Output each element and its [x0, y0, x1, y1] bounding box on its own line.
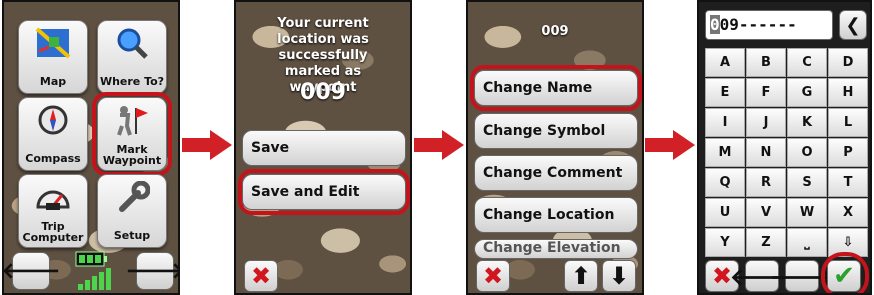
- edit-waypoint-screen: 009 Change Name Change Symbol Change Com…: [466, 0, 644, 295]
- key-a[interactable]: A: [705, 48, 745, 77]
- flow-arrow-2: [414, 130, 464, 160]
- name-value: 09------: [719, 15, 797, 34]
- magnifier-icon: [117, 28, 148, 59]
- key-o[interactable]: O: [787, 138, 827, 167]
- key-q[interactable]: Q: [705, 168, 745, 197]
- change-symbol-button[interactable]: Change Symbol: [474, 113, 638, 149]
- key-i[interactable]: I: [705, 108, 745, 137]
- key-w[interactable]: W: [787, 198, 827, 227]
- next-page-button[interactable]: 🡒: [126, 252, 178, 290]
- speedometer-icon: [36, 190, 70, 210]
- compass-label: Compass: [25, 152, 81, 165]
- main-menu-screen: Map Where To? Compass Mark Waypoint Trip…: [2, 0, 180, 295]
- backspace-button[interactable]: ❮: [839, 10, 867, 40]
- compass-icon: [38, 105, 68, 135]
- change-comment-button[interactable]: Change Comment: [474, 155, 638, 191]
- key-e[interactable]: E: [705, 78, 745, 107]
- key-u[interactable]: U: [705, 198, 745, 227]
- key-g[interactable]: G: [787, 78, 827, 107]
- waypoint-saved-screen: Your current location was successfully m…: [234, 0, 412, 295]
- map-icon: [35, 27, 71, 59]
- waypoint-number: 009: [300, 80, 346, 105]
- key-s[interactable]: S: [787, 168, 827, 197]
- where-to-label: Where To?: [99, 75, 165, 88]
- cancel-button[interactable]: ✖: [476, 260, 510, 292]
- key-k[interactable]: K: [787, 108, 827, 137]
- setup-tile[interactable]: Setup: [97, 174, 167, 248]
- where-to-tile[interactable]: Where To?: [97, 20, 167, 94]
- setup-label: Setup: [113, 229, 151, 242]
- change-elevation-button[interactable]: Change Elevation: [474, 239, 638, 259]
- name-entry-screen: 009------ ❮ A B C D E F G H I J K L M N O P Q R S T U V W X Y Z ⎵ ⇩…: [697, 0, 872, 295]
- key-p[interactable]: P: [828, 138, 868, 167]
- text-cursor: 0: [710, 15, 720, 34]
- key-h[interactable]: H: [828, 78, 868, 107]
- key-y[interactable]: Y: [705, 228, 745, 257]
- key-space[interactable]: ⎵: [787, 228, 827, 257]
- save-button[interactable]: Save: [242, 130, 406, 166]
- key-z[interactable]: Z: [746, 228, 786, 257]
- scroll-up-button[interactable]: ⬆: [564, 260, 598, 292]
- key-t[interactable]: T: [828, 168, 868, 197]
- flow-arrow-1: [182, 130, 232, 160]
- waypoint-title: 009: [541, 24, 569, 39]
- cancel-button[interactable]: ✖: [244, 260, 278, 292]
- save-and-edit-highlight: [238, 169, 410, 215]
- key-f[interactable]: F: [746, 78, 786, 107]
- prev-page-button[interactable]: 🡐: [4, 252, 61, 290]
- key-j[interactable]: J: [746, 108, 786, 137]
- trip-computer-tile[interactable]: Trip Computer: [18, 174, 88, 248]
- key-m[interactable]: M: [705, 138, 745, 167]
- change-location-button[interactable]: Change Location: [474, 197, 638, 233]
- key-x[interactable]: X: [828, 198, 868, 227]
- key-b[interactable]: B: [746, 48, 786, 77]
- cursor-right-button[interactable]: 🡒: [770, 260, 834, 292]
- flow-arrow-3: [645, 130, 695, 160]
- map-tile[interactable]: Map: [18, 20, 88, 94]
- compass-tile[interactable]: Compass: [18, 97, 88, 171]
- key-c[interactable]: C: [787, 48, 827, 77]
- key-r[interactable]: R: [746, 168, 786, 197]
- wrench-icon: [119, 181, 150, 212]
- key-n[interactable]: N: [746, 138, 786, 167]
- confirm-highlight: [821, 252, 869, 293]
- key-v[interactable]: V: [746, 198, 786, 227]
- map-label: Map: [39, 75, 67, 88]
- name-input[interactable]: 009------: [705, 10, 833, 40]
- battery-signal-icon: [75, 251, 111, 290]
- change-name-highlight: [470, 65, 642, 111]
- trip-computer-label: Trip Computer: [22, 220, 84, 244]
- key-d[interactable]: D: [828, 48, 868, 77]
- key-l[interactable]: L: [828, 108, 868, 137]
- mark-waypoint-highlight: [92, 92, 172, 176]
- scroll-down-button[interactable]: ⬇: [602, 260, 636, 292]
